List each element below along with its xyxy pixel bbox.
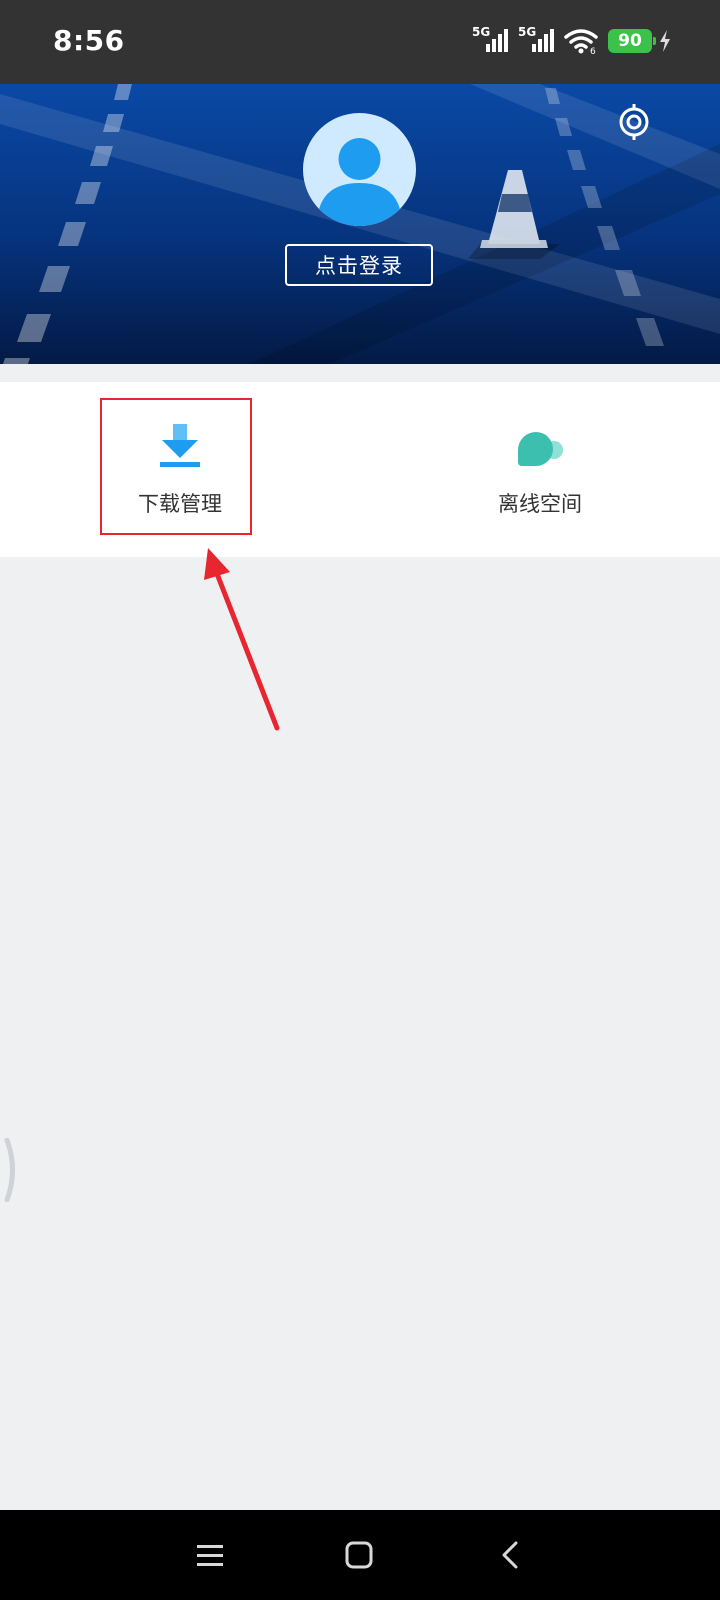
nav-bar bbox=[0, 1510, 720, 1600]
back-button[interactable] bbox=[485, 1530, 535, 1580]
charging-icon bbox=[660, 30, 670, 52]
battery-level: 90 bbox=[618, 31, 642, 51]
signal-icon: 5G bbox=[472, 26, 512, 56]
home-icon bbox=[345, 1541, 373, 1569]
side-handle[interactable] bbox=[4, 1138, 20, 1202]
settings-icon[interactable] bbox=[614, 102, 654, 142]
signal-icon: 5G bbox=[518, 26, 558, 56]
cloud-icon bbox=[518, 432, 563, 466]
menu-button[interactable] bbox=[185, 1530, 235, 1580]
menu-item-label: 离线空间 bbox=[498, 492, 582, 516]
status-bar: 8:56 5G 5G 6 90 bbox=[0, 0, 720, 84]
avatar[interactable] bbox=[303, 113, 416, 226]
status-icons: 5G 5G 6 90 bbox=[472, 24, 672, 58]
battery-icon: 90 bbox=[608, 29, 656, 53]
wifi-icon: 6 bbox=[564, 29, 598, 55]
svg-text:6: 6 bbox=[590, 47, 596, 55]
highlight-box bbox=[100, 398, 252, 535]
screen: 8:56 5G 5G 6 90 点击登录 下载管理 离线空间 bbox=[0, 0, 720, 1600]
status-time: 8:56 bbox=[53, 24, 125, 57]
home-button[interactable] bbox=[334, 1530, 384, 1580]
profile-header: 点击登录 bbox=[0, 84, 720, 364]
avatar-icon bbox=[317, 138, 402, 226]
login-button[interactable]: 点击登录 bbox=[285, 244, 433, 286]
menu-item-offline-space[interactable]: 离线空间 bbox=[420, 382, 660, 557]
menu-icon bbox=[197, 1545, 223, 1566]
back-icon bbox=[502, 1541, 518, 1569]
